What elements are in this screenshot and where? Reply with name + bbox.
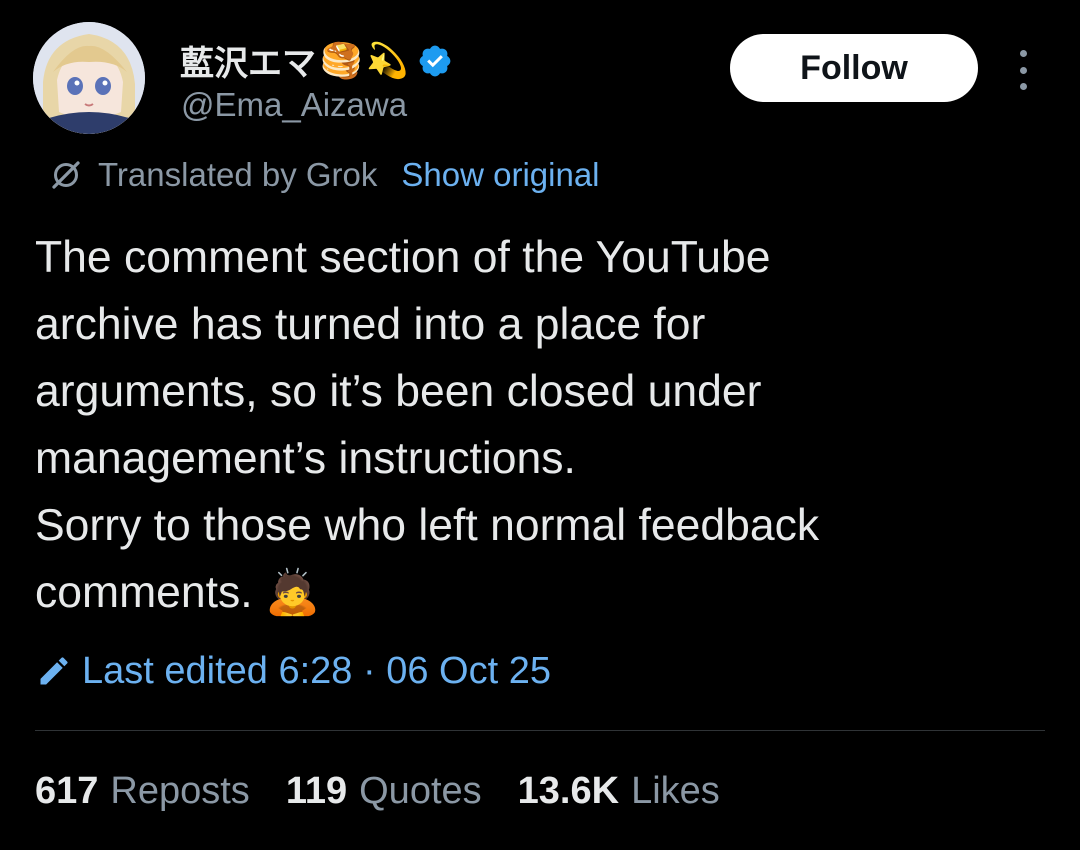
quotes-stat[interactable]: 119 Quotes: [286, 770, 482, 813]
translation-row: Translated by Grok Show original: [48, 155, 600, 195]
author-display-name[interactable]: 藍沢エマ 🥞 💫: [180, 36, 453, 85]
tweet-last-line: comments. 🙇: [35, 559, 1035, 626]
quotes-label: Quotes: [359, 770, 482, 812]
tweet-line: comments.: [35, 568, 253, 617]
last-edited-link[interactable]: Last edited 6:28 · 06 Oct 25: [36, 648, 551, 694]
avatar[interactable]: [33, 22, 145, 134]
tweet-line: management’s instructions.: [35, 434, 576, 483]
reposts-count: 617: [35, 770, 99, 812]
reposts-label: Reposts: [110, 770, 250, 812]
follow-button[interactable]: Follow: [730, 34, 978, 102]
author-handle[interactable]: @Ema_Aizawa: [181, 86, 407, 124]
show-original-link[interactable]: Show original: [401, 156, 599, 194]
tweet-line: arguments, so it’s been closed under: [35, 367, 762, 416]
more-dot: [1019, 83, 1027, 90]
display-name-text: 藍沢エマ: [180, 45, 316, 83]
tweet-line: The comment section of the YouTube: [35, 233, 771, 282]
engagement-stats: 617 Reposts 119 Quotes 13.6K Likes: [35, 770, 720, 813]
dizzy-emoji: 💫: [366, 41, 409, 80]
more-dot: [1019, 66, 1027, 74]
more-vertical-icon[interactable]: [1008, 50, 1038, 90]
pancake-emoji: 🥞: [320, 41, 363, 80]
verified-badge-icon[interactable]: [417, 43, 453, 79]
avatar-image: [33, 22, 145, 134]
quotes-count: 119: [285, 770, 348, 812]
reposts-stat[interactable]: 617 Reposts: [35, 770, 250, 813]
bowing-emoji: 🙇: [265, 568, 320, 617]
divider: [35, 730, 1045, 731]
grok-icon: [52, 161, 80, 189]
pencil-icon: [40, 657, 68, 685]
likes-label: Likes: [631, 770, 720, 812]
more-dot: [1019, 50, 1027, 57]
likes-count: 13.6K: [517, 770, 620, 812]
tweet-line: Sorry to those who left normal feedback: [35, 501, 820, 550]
tweet-line: archive has turned into a place for: [35, 300, 706, 349]
likes-stat[interactable]: 13.6K Likes: [518, 770, 720, 813]
last-edited-text: Last edited 6:28 · 06 Oct 25: [82, 649, 551, 692]
translated-by-label: Translated by Grok: [98, 156, 378, 193]
tweet-text: The comment section of the YouTube archi…: [35, 224, 1035, 626]
